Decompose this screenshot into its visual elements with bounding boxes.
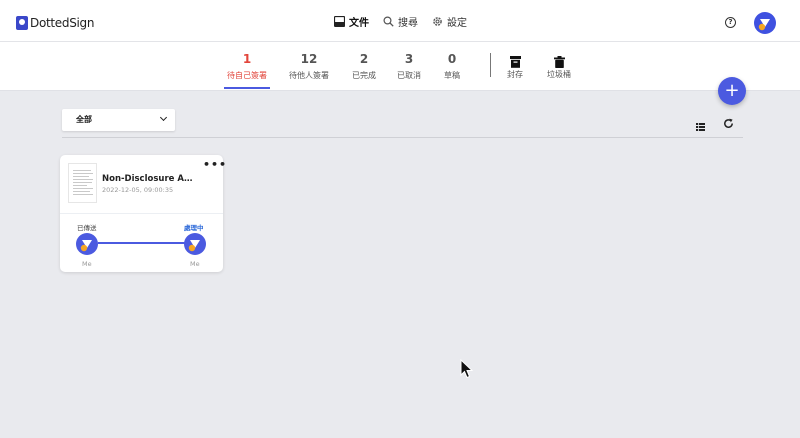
document-title: Non-Disclosure Agreement bbox=[102, 174, 198, 184]
card-divider bbox=[60, 213, 223, 214]
tab-drafts[interactable]: 0 草稿 bbox=[444, 52, 460, 81]
toolbar-divider bbox=[62, 137, 743, 138]
tab-cancelled[interactable]: 3 已取消 bbox=[397, 52, 421, 81]
filter-value: 全部 bbox=[76, 115, 92, 124]
main-nav: 文件 搜尋 設定 bbox=[333, 14, 480, 29]
tab-pending-others[interactable]: 12 待他人簽署 bbox=[289, 52, 329, 81]
tab-archive[interactable]: 封存 bbox=[507, 52, 523, 80]
tab-count: 12 bbox=[300, 52, 318, 66]
tab-count: 1 bbox=[242, 52, 252, 66]
tab-pending-my-signature[interactable]: 1 待自己簽署 bbox=[227, 52, 267, 81]
signer-avatar-sender bbox=[76, 233, 98, 255]
trash-icon bbox=[553, 53, 565, 68]
chevron-down-icon bbox=[159, 113, 168, 122]
tab-count: 3 bbox=[404, 52, 414, 66]
top-bar: DottedSign 文件 搜尋 設定 ? bbox=[0, 0, 800, 42]
tab-label: 待他人簽署 bbox=[289, 71, 329, 80]
dottedsign-logo[interactable]: DottedSign bbox=[16, 15, 94, 31]
tab-label: 已完成 bbox=[352, 71, 376, 80]
tab-count: 2 bbox=[359, 52, 369, 66]
tab-count: 0 bbox=[447, 52, 457, 66]
refresh-icon[interactable] bbox=[723, 114, 734, 128]
nav-documents[interactable]: 文件 bbox=[333, 14, 369, 29]
gear-icon bbox=[431, 16, 443, 28]
tab-label: 待自己簽署 bbox=[227, 71, 267, 80]
archive-icon bbox=[509, 53, 521, 68]
signer-name: Me bbox=[190, 260, 200, 268]
inbox-icon bbox=[333, 16, 345, 28]
nav-settings-label: 設定 bbox=[447, 18, 467, 29]
nav-search-label: 搜尋 bbox=[398, 18, 418, 29]
signer-name: Me bbox=[82, 260, 92, 268]
tab-label: 封存 bbox=[507, 70, 523, 79]
document-card[interactable]: ••• Non-Disclosure Agreement 2022-12-05,… bbox=[60, 155, 226, 272]
user-avatar[interactable] bbox=[754, 12, 776, 34]
tab-label: 草稿 bbox=[444, 71, 460, 80]
logo-text: DottedSign bbox=[30, 16, 95, 30]
status-processing: 處理中 bbox=[184, 224, 204, 232]
add-document-button[interactable]: + bbox=[718, 77, 746, 105]
signer-avatar-current bbox=[184, 233, 206, 255]
list-view-icon[interactable] bbox=[696, 116, 705, 131]
tab-label: 垃圾桶 bbox=[547, 70, 571, 79]
document-date: 2022-12-05, 09:00:35 bbox=[102, 186, 174, 194]
tab-divider bbox=[490, 53, 491, 77]
logo-icon bbox=[16, 16, 28, 30]
help-icon[interactable]: ? bbox=[725, 17, 736, 28]
document-thumbnail bbox=[68, 163, 97, 203]
nav-search[interactable]: 搜尋 bbox=[382, 14, 418, 29]
search-icon bbox=[382, 16, 394, 28]
signing-progress-line bbox=[98, 242, 186, 244]
filter-dropdown[interactable]: 全部 bbox=[62, 109, 175, 131]
nav-documents-label: 文件 bbox=[349, 18, 369, 29]
active-tab-indicator bbox=[224, 87, 270, 89]
status-sent: 已傳送 bbox=[77, 224, 97, 232]
nav-settings[interactable]: 設定 bbox=[431, 14, 467, 29]
mouse-cursor-icon bbox=[460, 359, 474, 379]
tab-label: 已取消 bbox=[397, 71, 421, 80]
more-options-icon[interactable]: ••• bbox=[203, 159, 227, 170]
status-tabs: 1 待自己簽署 12 待他人簽署 2 已完成 3 已取消 0 草稿 封存 垃圾桶 bbox=[0, 42, 800, 91]
tab-completed[interactable]: 2 已完成 bbox=[352, 52, 376, 81]
tab-trash[interactable]: 垃圾桶 bbox=[547, 52, 571, 80]
